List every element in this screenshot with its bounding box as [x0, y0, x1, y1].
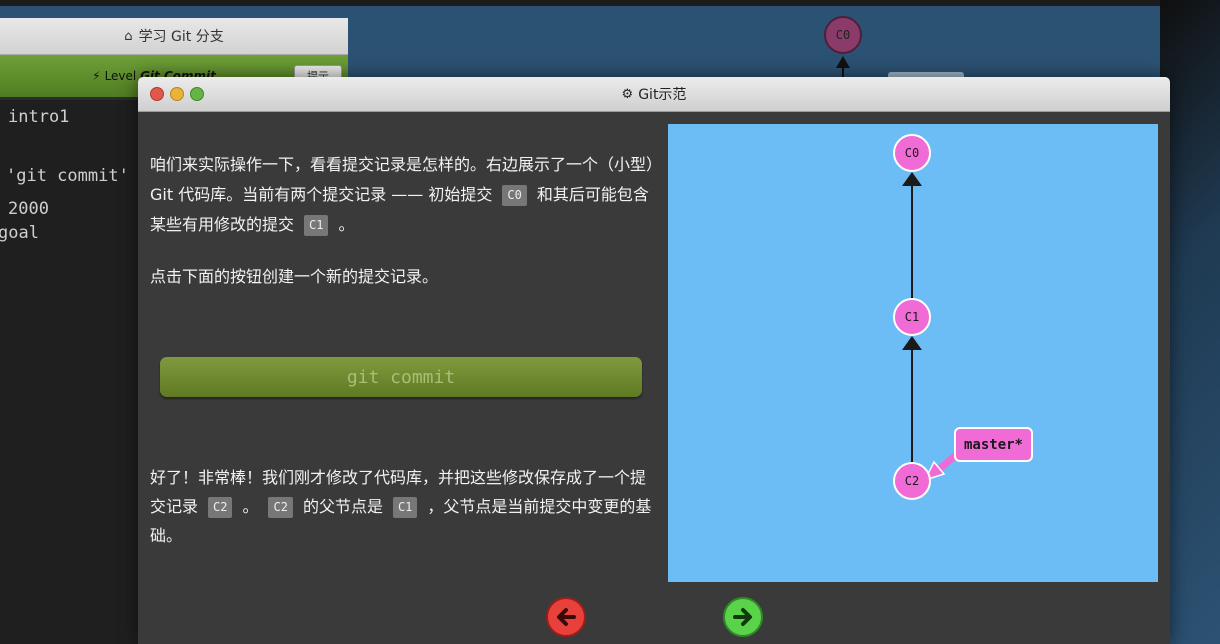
- result-text-2: 。: [242, 497, 259, 516]
- graph-edges: [902, 172, 961, 482]
- terminal: intro1 'git commit' 2000 goal: [0, 100, 140, 644]
- commit-node-c1[interactable]: C1: [893, 298, 931, 336]
- intro-text-3: 。: [338, 215, 355, 234]
- git-demo-dialog: ⚙ Git示范 咱们来实际操作一下，看看提交记录是怎样的。右边展示了一个（小型）…: [138, 77, 1170, 644]
- terminal-line: intro1: [8, 107, 70, 127]
- arrowhead-c0: [902, 172, 922, 186]
- branch-label-master[interactable]: master*: [954, 427, 1033, 462]
- minimize-window-button[interactable]: [170, 87, 184, 101]
- dialog-title: Git示范: [638, 87, 687, 103]
- intro-paragraph: 咱们来实际操作一下，看看提交记录是怎样的。右边展示了一个（小型）Git 代码库。…: [150, 150, 660, 240]
- close-window-button[interactable]: [150, 87, 164, 101]
- home-icon: ⌂: [124, 28, 133, 44]
- top-strip: [0, 0, 1220, 6]
- level-prefix: Level: [104, 69, 137, 83]
- code-c0: C0: [502, 185, 527, 206]
- terminal-line: 2000: [8, 199, 49, 219]
- terminal-line: goal: [0, 223, 39, 243]
- commit-node-c0[interactable]: C0: [893, 134, 931, 172]
- gear-icon: ⚙: [621, 86, 634, 102]
- commit-graph: C0 C1 C2 master*: [668, 124, 1158, 582]
- arrowhead-c1: [902, 336, 922, 350]
- previous-button[interactable]: [546, 597, 586, 637]
- sidebar-title: 学习 Git 分支: [138, 29, 224, 45]
- dialog-titlebar: ⚙ Git示范: [138, 77, 1170, 112]
- result-paragraph: 好了！非常棒！我们刚才修改了代码库，并把这些修改保存成了一个提交记录 C2。 C2 的…: [150, 463, 660, 550]
- next-button[interactable]: [723, 597, 763, 637]
- result-text-3: 的父节点是: [302, 497, 383, 516]
- terminal-line: 'git commit': [6, 166, 129, 186]
- left-arrow-icon: [557, 608, 576, 626]
- commit-node-c2[interactable]: C2: [893, 462, 931, 500]
- maximize-window-button[interactable]: [190, 87, 204, 101]
- code-c2: C2: [208, 497, 233, 518]
- code-c1: C1: [392, 497, 418, 518]
- code-c2: C2: [268, 497, 293, 518]
- sidebar-header: ⌂ 学习 Git 分支: [0, 18, 348, 55]
- code-c1: C1: [304, 215, 329, 236]
- instruction-text: 点击下面的按钮创建一个新的提交记录。: [150, 267, 439, 286]
- right-arrow-icon: [733, 608, 752, 626]
- background-commit-node: C0: [824, 16, 862, 54]
- bolt-icon: ⚡: [92, 69, 101, 83]
- git-commit-button[interactable]: git commit: [160, 357, 642, 397]
